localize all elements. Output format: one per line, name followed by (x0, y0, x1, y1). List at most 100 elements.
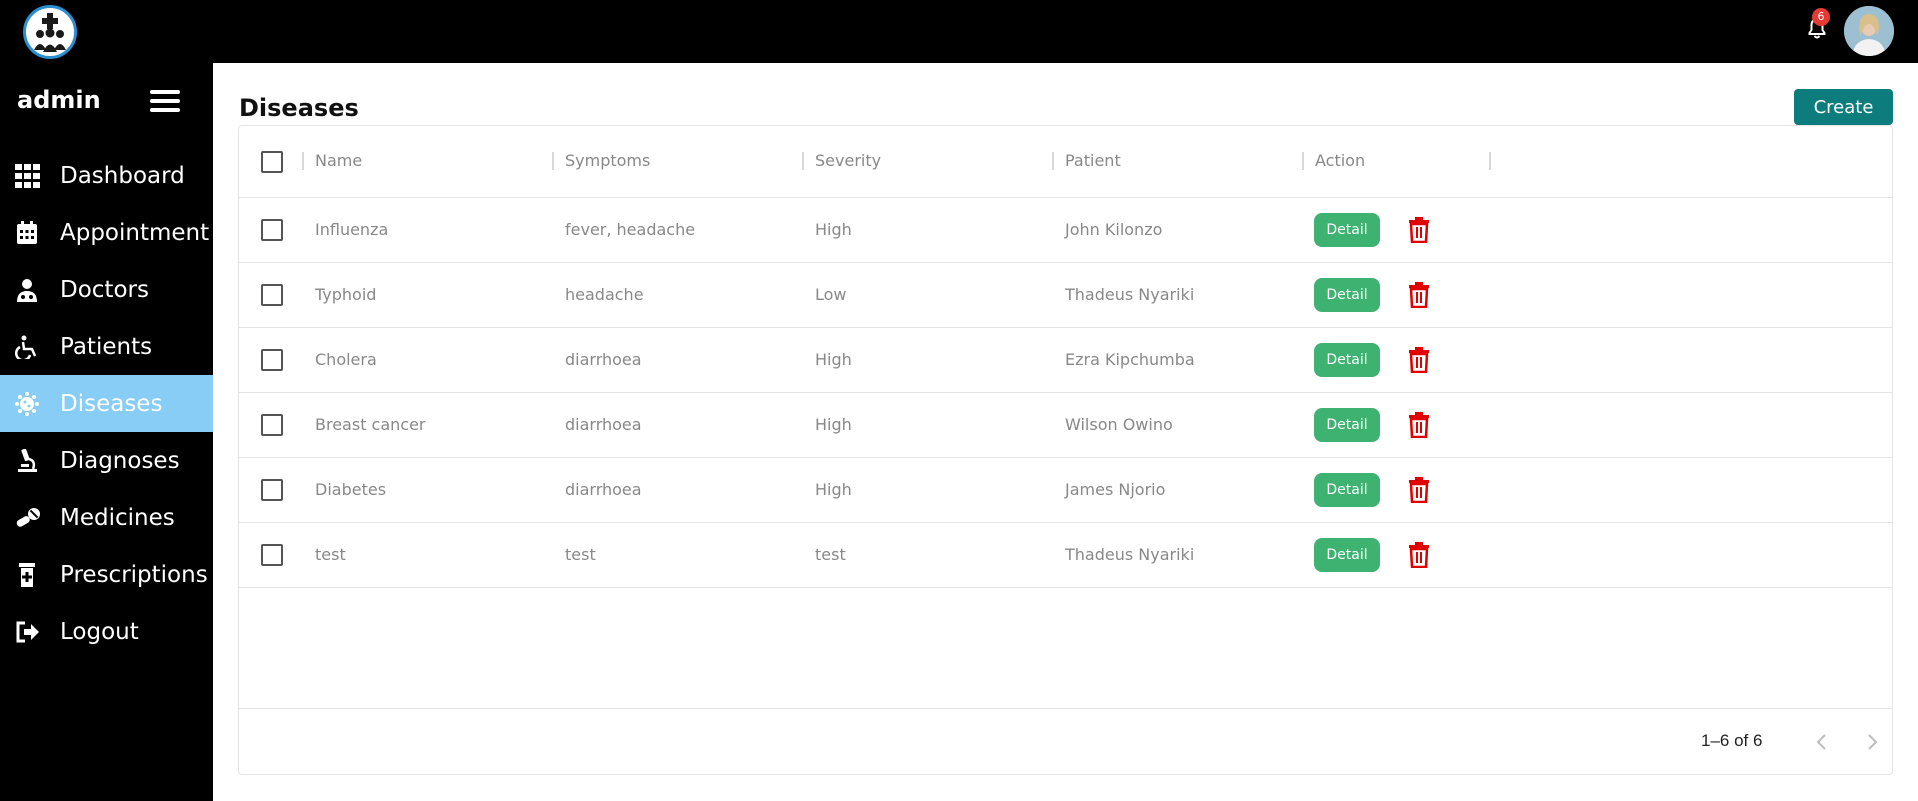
doctor-icon (17, 279, 37, 302)
sidebar: admin Dashboard Appointment Doctors Pati… (0, 63, 213, 801)
chevron-right-icon[interactable] (1860, 730, 1884, 754)
cell-severity: High (815, 480, 852, 499)
sidebar-item-label: Medicines (60, 504, 175, 531)
virus-icon (15, 392, 39, 416)
detail-button[interactable]: Detail (1314, 473, 1380, 507)
column-header-severity[interactable]: Severity (815, 151, 881, 170)
sidebar-item-label: Prescriptions (60, 561, 208, 588)
cell-severity: High (815, 415, 852, 434)
cell-severity: High (815, 220, 852, 239)
cell-severity: High (815, 350, 852, 369)
calendar-icon (17, 221, 37, 244)
row-checkbox[interactable] (261, 414, 283, 436)
column-separator[interactable] (1052, 152, 1054, 170)
delete-trash-icon[interactable] (1408, 412, 1430, 438)
table-header: Name Symptoms Severity Patient Action (239, 126, 1892, 198)
column-separator[interactable] (1489, 152, 1491, 170)
create-button[interactable]: Create (1794, 89, 1893, 125)
detail-button[interactable]: Detail (1314, 278, 1380, 312)
table-row[interactable]: Breast cancer diarrhoea High Wilson Owin… (239, 393, 1892, 458)
delete-trash-icon[interactable] (1408, 217, 1430, 243)
table-row[interactable]: test test test Thadeus Nyariki Detail (239, 523, 1892, 588)
table-pagination: 1–6 of 6 (239, 708, 1892, 775)
notification-count-badge: 6 (1812, 8, 1830, 26)
delete-trash-icon[interactable] (1408, 542, 1430, 568)
cell-patient: Thadeus Nyariki (1065, 545, 1195, 564)
table-row[interactable]: Cholera diarrhoea High Ezra Kipchumba De… (239, 328, 1892, 393)
sidebar-item-label: Appointment (60, 219, 210, 246)
top-bar: 6 (0, 0, 1918, 63)
cell-severity: Low (815, 285, 847, 304)
prescription-bottle-icon (19, 563, 35, 587)
delete-trash-icon[interactable] (1408, 477, 1430, 503)
detail-button[interactable]: Detail (1314, 408, 1380, 442)
cell-severity: test (815, 545, 846, 564)
cell-patient: John Kilonzo (1065, 220, 1163, 239)
sidebar-item-label: Diagnoses (60, 447, 180, 474)
sidebar-item-label: Patients (60, 333, 153, 360)
sidebar-item-doctors[interactable]: Doctors (0, 261, 213, 318)
column-header-action: Action (1315, 151, 1366, 170)
sidebar-item-appointment[interactable]: Appointment (0, 204, 213, 261)
wheelchair-icon (15, 335, 37, 359)
cell-symptoms: fever, headache (565, 220, 696, 239)
column-separator[interactable] (552, 152, 554, 170)
column-header-patient[interactable]: Patient (1065, 151, 1121, 170)
chevron-left-icon[interactable] (1810, 730, 1834, 754)
column-header-symptoms[interactable]: Symptoms (565, 151, 650, 170)
cell-name: Cholera (315, 350, 377, 369)
sidebar-item-label: Logout (60, 618, 139, 645)
sidebar-item-diagnoses[interactable]: Diagnoses (0, 432, 213, 489)
detail-button[interactable]: Detail (1314, 213, 1380, 247)
cell-name: Influenza (315, 220, 389, 239)
sidebar-item-prescriptions[interactable]: Prescriptions (0, 546, 213, 603)
sidebar-item-label: Diseases (60, 390, 163, 417)
pills-icon (16, 508, 40, 527)
logout-icon (16, 621, 39, 643)
delete-trash-icon[interactable] (1408, 282, 1430, 308)
cell-symptoms: diarrhoea (565, 415, 642, 434)
column-separator[interactable] (802, 152, 804, 170)
delete-trash-icon[interactable] (1408, 347, 1430, 373)
detail-button[interactable]: Detail (1314, 343, 1380, 377)
row-checkbox[interactable] (261, 349, 283, 371)
sidebar-user-label: admin (17, 86, 101, 114)
cell-symptoms: test (565, 545, 596, 564)
cell-symptoms: diarrhoea (565, 350, 642, 369)
sidebar-item-dashboard[interactable]: Dashboard (0, 147, 213, 204)
cell-name: Diabetes (315, 480, 387, 499)
diseases-table: Name Symptoms Severity Patient Action In… (238, 125, 1893, 775)
table-row[interactable]: Typhoid headache Low Thadeus Nyariki Det… (239, 263, 1892, 328)
table-row[interactable]: Influenza fever, headache High John Kilo… (239, 198, 1892, 263)
row-checkbox[interactable] (261, 544, 283, 566)
select-all-checkbox[interactable] (261, 151, 283, 173)
cell-symptoms: headache (565, 285, 644, 304)
user-avatar[interactable] (1844, 6, 1894, 56)
sidebar-item-label: Doctors (60, 276, 149, 303)
cell-symptoms: diarrhoea (565, 480, 642, 499)
cell-patient: Wilson Owino (1065, 415, 1173, 434)
sidebar-item-medicines[interactable]: Medicines (0, 489, 213, 546)
row-checkbox[interactable] (261, 219, 283, 241)
cell-patient: Ezra Kipchumba (1065, 350, 1195, 369)
sidebar-item-diseases[interactable]: Diseases (0, 375, 213, 432)
row-checkbox[interactable] (261, 479, 283, 501)
cell-name: Breast cancer (315, 415, 426, 434)
cell-patient: James Njorio (1065, 480, 1166, 499)
pagination-info: 1–6 of 6 (1701, 731, 1763, 750)
detail-button[interactable]: Detail (1314, 538, 1380, 572)
sidebar-item-logout[interactable]: Logout (0, 603, 213, 660)
column-separator[interactable] (302, 152, 304, 170)
column-header-name[interactable]: Name (315, 151, 362, 170)
sidebar-item-patients[interactable]: Patients (0, 318, 213, 375)
cell-patient: Thadeus Nyariki (1065, 285, 1195, 304)
hospital-logo[interactable] (23, 5, 77, 59)
microscope-icon (18, 449, 37, 472)
table-row[interactable]: Diabetes diarrhoea High James Njorio Det… (239, 458, 1892, 523)
column-separator[interactable] (1302, 152, 1304, 170)
grid-icon (15, 164, 40, 188)
sidebar-item-label: Dashboard (60, 162, 185, 189)
row-checkbox[interactable] (261, 284, 283, 306)
menu-toggle-icon[interactable] (150, 90, 180, 112)
page-title: Diseases (239, 94, 359, 122)
